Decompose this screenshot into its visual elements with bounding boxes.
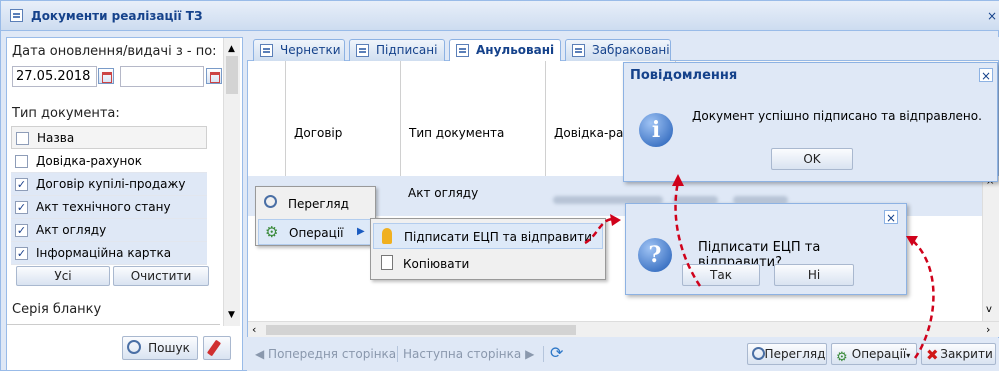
arrowhead-icon [672, 174, 684, 186]
annotation-arrows [584, 174, 935, 359]
annotation-arrow [584, 218, 617, 245]
annotation-arrow [911, 239, 935, 359]
arrowhead-icon [610, 214, 621, 226]
annotation-arrow [674, 181, 702, 287]
